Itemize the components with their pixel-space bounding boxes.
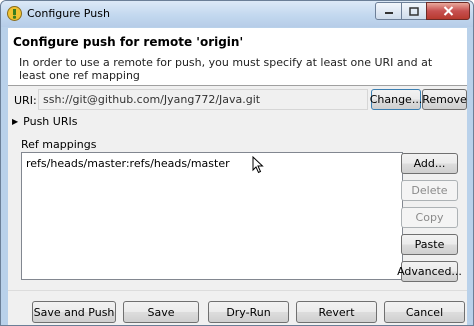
dry-run-button[interactable]: Dry-Run <box>208 301 289 323</box>
ref-mappings-list[interactable]: refs/heads/master:refs/heads/master <box>21 152 403 280</box>
window-title: Configure Push <box>27 7 110 20</box>
configure-push-dialog: Configure Push Configure push for remote… <box>0 0 474 326</box>
add-ref-button[interactable]: Add... <box>401 153 458 174</box>
title-bar[interactable]: Configure Push <box>1 1 473 27</box>
advanced-button[interactable]: Advanced... <box>397 261 462 282</box>
uri-field[interactable] <box>38 89 368 110</box>
close-icon <box>443 6 453 16</box>
push-uris-toggle[interactable]: ▶ Push URIs <box>12 115 77 128</box>
ref-mappings-label: Ref mappings <box>21 138 97 151</box>
page-description: In order to use a remote for push, you m… <box>19 56 433 82</box>
copy-ref-button[interactable]: Copy <box>401 207 458 228</box>
revert-button[interactable]: Revert <box>296 301 377 323</box>
page-title: Configure push for remote 'origin' <box>13 35 244 49</box>
maximize-button[interactable] <box>401 2 427 20</box>
remove-uri-button[interactable]: Remove <box>422 89 467 110</box>
change-uri-button[interactable]: Change... <box>370 89 422 110</box>
minimize-icon <box>384 12 393 14</box>
save-button[interactable]: Save <box>123 301 199 323</box>
close-button[interactable] <box>426 2 470 20</box>
maximize-icon <box>409 6 419 16</box>
minimize-button[interactable] <box>375 2 402 20</box>
footer-divider <box>8 290 467 291</box>
git-push-icon <box>7 6 22 21</box>
push-uris-label: Push URIs <box>23 115 78 128</box>
list-item[interactable]: refs/heads/master:refs/heads/master <box>26 157 230 170</box>
uri-label: URI: <box>14 94 37 107</box>
mouse-pointer-icon <box>252 156 264 174</box>
dialog-client-area: Configure push for remote 'origin' In or… <box>8 28 467 325</box>
delete-ref-button[interactable]: Delete <box>401 180 458 201</box>
dialog-header: Configure push for remote 'origin' In or… <box>8 28 467 86</box>
expand-arrow-icon: ▶ <box>12 117 19 126</box>
save-and-push-button[interactable]: Save and Push <box>32 301 116 323</box>
paste-ref-button[interactable]: Paste <box>401 234 458 255</box>
cancel-button[interactable]: Cancel <box>384 301 465 323</box>
